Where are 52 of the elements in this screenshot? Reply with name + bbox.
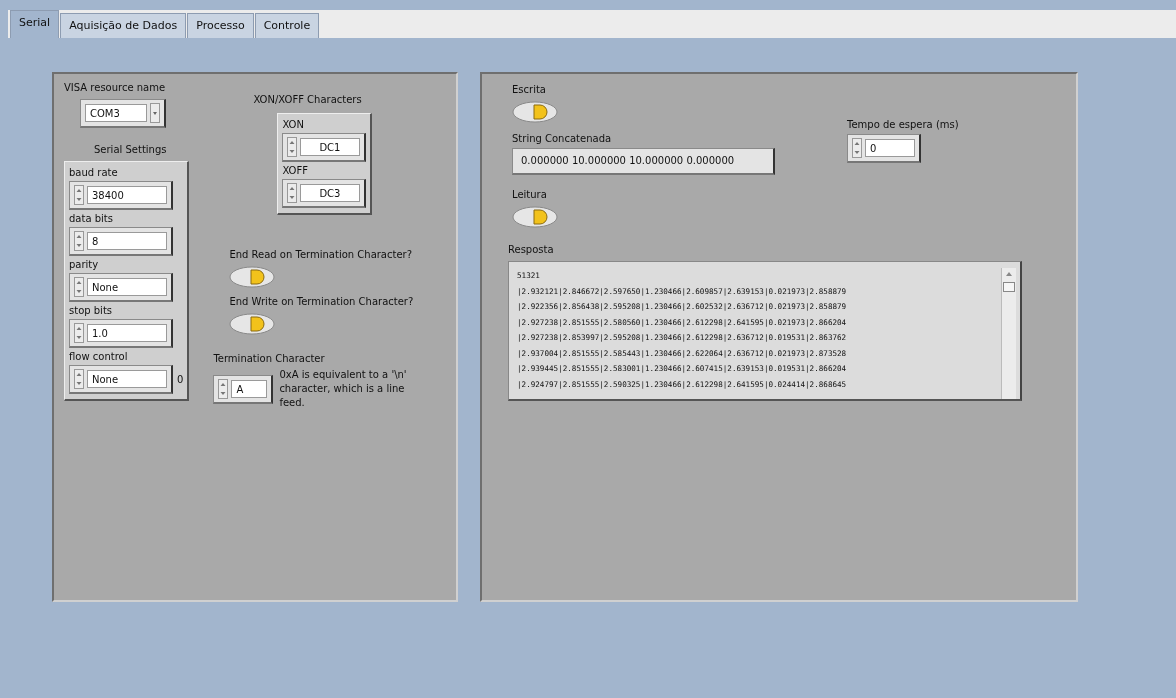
input-field[interactable]: DC1 xyxy=(300,138,361,156)
field-label: parity xyxy=(69,259,100,270)
field-label: data bits xyxy=(69,213,114,224)
spinner-icon[interactable] xyxy=(287,183,298,203)
field-label: Tempo de espera (ms) xyxy=(847,119,959,130)
cluster-title: Serial Settings xyxy=(94,144,167,155)
scrollbar[interactable] xyxy=(1001,268,1016,399)
switch-label: End Read on Termination Character? xyxy=(229,249,412,260)
cluster-title: XON/XOFF Characters xyxy=(253,94,362,105)
spinner-icon[interactable] xyxy=(218,378,229,399)
spinner-icon[interactable] xyxy=(287,137,298,157)
field-label: flow control xyxy=(69,351,129,362)
dropdown[interactable]: COM3 xyxy=(80,99,166,128)
dropdown-icon[interactable] xyxy=(150,103,160,123)
toggle-switch[interactable] xyxy=(229,266,276,288)
field-label: XON xyxy=(282,119,305,130)
input-field[interactable]: 0 xyxy=(865,139,915,157)
toggle-switch[interactable] xyxy=(512,206,558,228)
switch-label: End Write on Termination Character? xyxy=(229,296,414,307)
scroll-up-icon[interactable] xyxy=(1006,272,1012,276)
tab[interactable]: Processo xyxy=(187,13,254,38)
toggle-switch[interactable] xyxy=(512,101,558,123)
field-label: String Concatenada xyxy=(512,133,612,144)
input-field[interactable]: DC3 xyxy=(300,184,361,202)
input-field[interactable]: 8 xyxy=(87,232,167,250)
field-label: Resposta xyxy=(508,244,555,255)
input-field[interactable]: None xyxy=(87,278,167,296)
spinner-icon[interactable] xyxy=(74,369,84,389)
note-text: 0xA is equivalent to a '\n' character, which is a line feed. xyxy=(279,368,408,410)
scroll-thumb-icon[interactable] xyxy=(1003,282,1015,292)
switch-label: Leitura xyxy=(512,189,548,200)
spinner-icon[interactable] xyxy=(852,138,862,158)
field-label: VISA resource name xyxy=(64,82,166,93)
tab[interactable]: Serial xyxy=(10,10,60,38)
field-label: baud rate xyxy=(69,167,119,178)
field-label: Termination Character xyxy=(213,353,325,364)
spinner-icon[interactable] xyxy=(74,231,84,251)
field-label: stop bits xyxy=(69,305,114,316)
toggle-switch[interactable] xyxy=(229,313,276,335)
input-field[interactable]: A xyxy=(231,379,268,398)
spinner-icon[interactable] xyxy=(74,277,84,297)
value-text: 0 xyxy=(177,374,184,385)
spinner-icon[interactable] xyxy=(74,323,84,343)
input-field[interactable]: 38400 xyxy=(87,186,167,204)
input-field[interactable]: None xyxy=(87,370,167,388)
tab[interactable]: Aquisição de Dados xyxy=(60,13,187,38)
switch-label: Escrita xyxy=(512,84,547,95)
tab[interactable]: Controle xyxy=(254,13,320,38)
field-label: XOFF xyxy=(282,165,309,176)
spinner-icon[interactable] xyxy=(74,185,84,205)
input-field[interactable]: COM3 xyxy=(85,104,147,122)
input-field[interactable]: 1.0 xyxy=(87,324,167,342)
